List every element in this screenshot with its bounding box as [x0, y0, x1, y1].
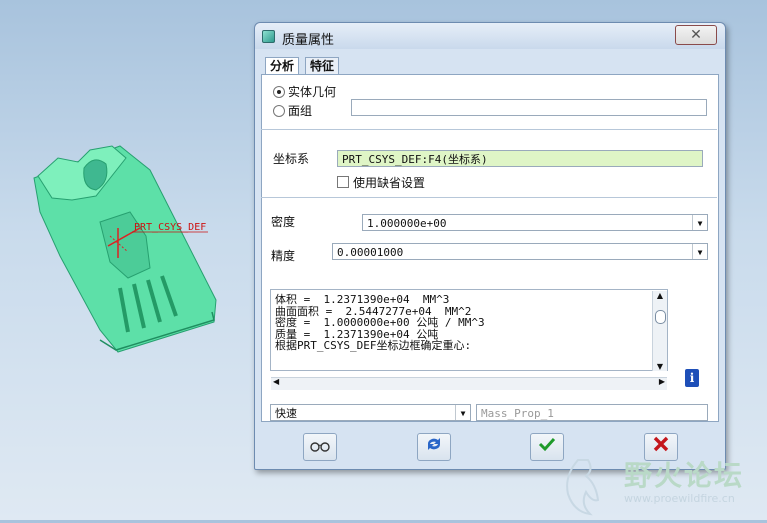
results-textarea[interactable]: 体积 = 1.2371390e+04 MM^3 曲面面积 = 2.5447277…	[270, 289, 668, 371]
chevron-down-icon[interactable]: ▼	[692, 244, 707, 259]
mode-combo[interactable]: 快速 ▼	[270, 404, 471, 421]
quilt-radio[interactable]	[273, 105, 285, 117]
solid-geometry-radio[interactable]	[273, 86, 285, 98]
feature-name-input[interactable]: Mass_Prop_1	[476, 404, 708, 421]
result-line: 密度 = 1.0000000e+00 公吨 / MM^3	[275, 316, 485, 329]
preview-button[interactable]	[303, 433, 337, 461]
accuracy-combo[interactable]: 0.00001000 ▼	[332, 243, 708, 260]
refresh-icon	[427, 438, 441, 450]
mass-properties-dialog: 质量属性 ✕ 分析 特征 实体几何 面组 坐标系 PRT_CSYS_DEF:F4…	[254, 22, 726, 470]
part-model: PRT_CSYS_DEF	[33, 145, 217, 353]
csys-label: PRT_CSYS_DEF	[134, 222, 206, 233]
chevron-down-icon[interactable]: ▼	[692, 215, 707, 230]
quilt-label: 面组	[288, 104, 313, 118]
watermark-url: www.proewildfire.cn	[624, 492, 735, 505]
chevron-down-icon[interactable]: ▼	[455, 405, 470, 420]
density-value: 1.000000e+00	[367, 217, 447, 230]
tab-feature[interactable]: 特征	[305, 57, 340, 75]
accuracy-value: 0.00001000	[337, 246, 404, 259]
info-icon[interactable]: i	[685, 369, 699, 387]
watermark-title: 野火论坛	[624, 459, 745, 492]
separator	[261, 129, 717, 130]
glasses-icon	[310, 442, 330, 452]
accuracy-label: 精度	[271, 249, 296, 263]
check-icon	[538, 437, 556, 452]
use-default-label: 使用缺省设置	[353, 176, 426, 190]
close-button[interactable]: ✕	[675, 25, 717, 45]
csys-input[interactable]: PRT_CSYS_DEF:F4(坐标系)	[337, 150, 703, 167]
results-horizontal-scrollbar[interactable]: ◀ ▶	[271, 377, 667, 390]
solid-geometry-label: 实体几何	[288, 85, 337, 99]
dialog-icon	[262, 30, 275, 43]
csys-label-text: 坐标系	[273, 152, 310, 166]
density-label: 密度	[271, 215, 296, 229]
dialog-title: 质量属性	[282, 33, 335, 48]
title-bar: 质量属性 ✕	[255, 23, 725, 49]
use-default-checkbox[interactable]	[337, 176, 349, 188]
quilt-input[interactable]	[351, 99, 707, 116]
repeat-button[interactable]	[417, 433, 451, 461]
results-vertical-scrollbar[interactable]: ▲ ▼	[652, 291, 667, 371]
watermark: 野火论坛 www.proewildfire.cn	[556, 450, 767, 520]
density-combo[interactable]: 1.000000e+00 ▼	[362, 214, 708, 231]
result-line: 体积 = 1.2371390e+04 MM^3	[275, 293, 450, 306]
mode-value: 快速	[275, 407, 297, 420]
result-line: 根据PRT_CSYS_DEF坐标边框确定重心:	[275, 339, 472, 352]
separator	[261, 197, 717, 198]
